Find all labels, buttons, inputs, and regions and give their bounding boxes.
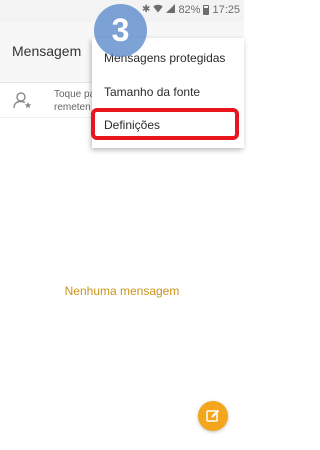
contact-avatar-icon	[12, 90, 32, 110]
battery-icon	[203, 5, 210, 15]
app-title: Mensagem	[12, 43, 82, 59]
wifi-icon	[153, 4, 164, 16]
empty-state-text: Nenhuma mensagem	[64, 284, 180, 298]
step-number-badge: 3	[94, 4, 147, 57]
bluetooth-icon: ✱	[142, 4, 151, 15]
compose-hint-line-1: Toque pa	[54, 89, 96, 100]
menu-item-tamanho-da-fonte[interactable]: Tamanho da fonte	[104, 85, 200, 99]
compose-button[interactable]	[198, 401, 228, 431]
tutorial-highlight-box	[91, 108, 239, 140]
clock: 17:25	[212, 4, 240, 16]
battery-percentage: 82%	[178, 4, 201, 16]
compose-hint-line-2: remeten	[54, 102, 91, 113]
signal-icon	[166, 4, 176, 16]
status-icons: ✱ 82% 17:25	[142, 4, 240, 16]
